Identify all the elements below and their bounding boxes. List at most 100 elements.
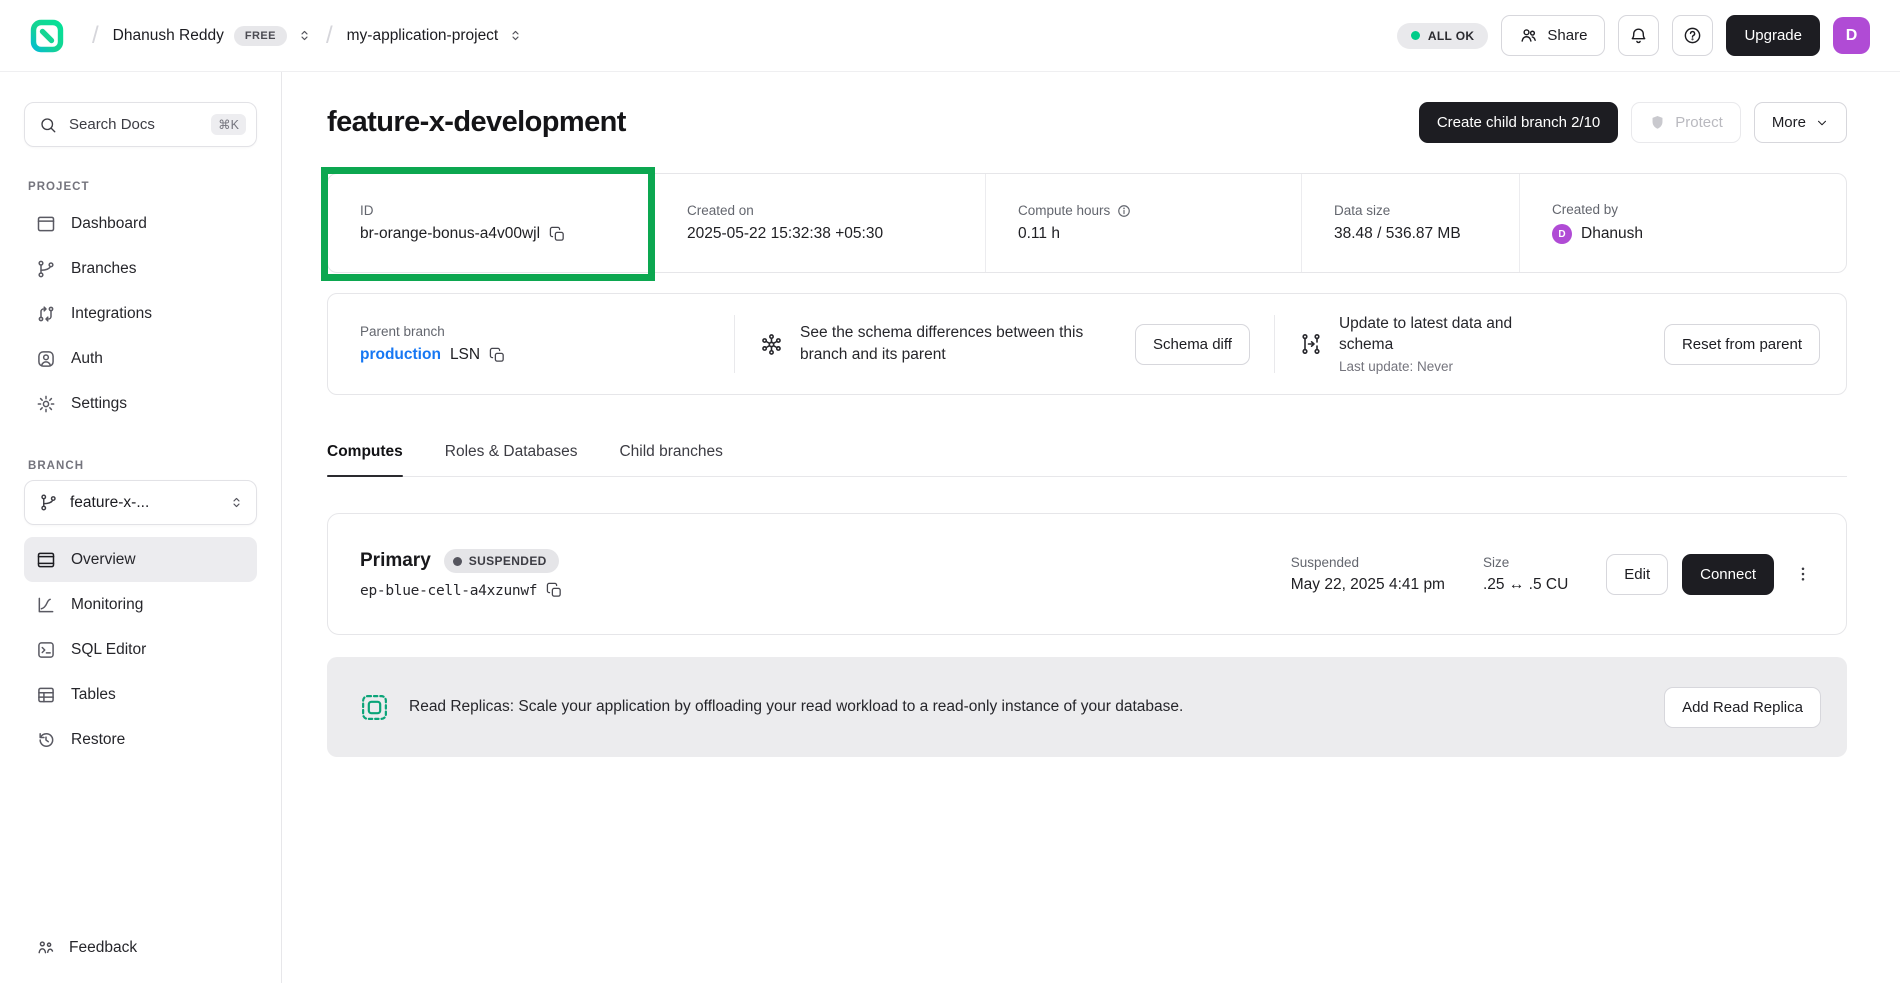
- id-label: ID: [360, 203, 654, 218]
- size-value: .25 ↔ .5 CU: [1483, 576, 1568, 594]
- chevron-updown-icon: [229, 495, 244, 510]
- auth-user-icon: [36, 349, 56, 369]
- kebab-menu-icon[interactable]: [1788, 554, 1818, 595]
- status-badge[interactable]: ALL OK: [1397, 23, 1489, 49]
- create-child-branch-label: Create child branch 2/10: [1437, 114, 1600, 131]
- copy-icon[interactable]: [549, 226, 566, 243]
- created-on-cell: Created on 2025-05-22 15:32:38 +05:30: [654, 174, 985, 272]
- compute-card: Primary SUSPENDED ep-blue-cell-a4xzunwf …: [327, 513, 1847, 635]
- chevron-updown-icon: [508, 28, 523, 43]
- sidebar-item-tables[interactable]: Tables: [24, 672, 257, 717]
- help-button[interactable]: [1672, 15, 1713, 56]
- branch-selector-value: feature-x-...: [70, 494, 217, 512]
- org-name: Dhanush Reddy: [113, 27, 224, 45]
- status-dot-icon: [1411, 31, 1420, 40]
- add-read-replica-button[interactable]: Add Read Replica: [1664, 687, 1821, 728]
- tab-computes[interactable]: Computes: [327, 443, 403, 476]
- sidebar-item-label: Settings: [71, 395, 127, 413]
- people-icon: [1519, 26, 1538, 45]
- sidebar-item-overview[interactable]: Overview: [24, 537, 257, 582]
- sidebar-item-integrations[interactable]: Integrations: [24, 291, 257, 336]
- protect-button[interactable]: Protect: [1631, 102, 1741, 143]
- status-label: ALL OK: [1428, 29, 1475, 43]
- created-by-label: Created by: [1552, 202, 1846, 217]
- edit-button[interactable]: Edit: [1606, 554, 1668, 595]
- divider: [1274, 315, 1275, 373]
- reset-from-parent-button[interactable]: Reset from parent: [1664, 324, 1820, 365]
- share-button[interactable]: Share: [1501, 15, 1605, 56]
- history-icon: [36, 730, 56, 750]
- sidebar-item-label: SQL Editor: [71, 641, 146, 659]
- chevron-updown-icon: [297, 28, 312, 43]
- user-avatar[interactable]: D: [1833, 17, 1870, 54]
- created-on-value: 2025-05-22 15:32:38 +05:30: [687, 225, 883, 243]
- parent-branch-link[interactable]: production: [360, 346, 441, 364]
- suspended-label: Suspended: [1291, 555, 1445, 570]
- search-shortcut: ⌘K: [211, 114, 246, 135]
- tab-child-branches[interactable]: Child branches: [619, 443, 722, 476]
- project-section-label: PROJECT: [28, 181, 257, 193]
- feedback-button[interactable]: Feedback: [36, 938, 137, 957]
- schema-diff-description: See the schema differences between this …: [800, 322, 1131, 365]
- sidebar: Search Docs ⌘K PROJECT Dashboard Branche…: [0, 72, 282, 983]
- branch-selector[interactable]: feature-x-...: [24, 480, 257, 525]
- sidebar-item-restore[interactable]: Restore: [24, 717, 257, 762]
- schema-icon: [759, 332, 784, 357]
- project-breadcrumb[interactable]: my-application-project: [347, 27, 524, 45]
- data-size-label: Data size: [1334, 203, 1519, 218]
- branch-section-label: BRANCH: [28, 460, 257, 472]
- avatar-initial: D: [1846, 27, 1858, 45]
- size-stat: Size .25 ↔ .5 CU: [1483, 555, 1568, 594]
- lsn-label: LSN: [450, 346, 480, 364]
- sidebar-item-label: Auth: [71, 350, 103, 368]
- reset-merge-icon: [1299, 332, 1323, 356]
- info-icon[interactable]: [1117, 204, 1131, 218]
- compute-name: Primary: [360, 550, 431, 572]
- sidebar-item-auth[interactable]: Auth: [24, 336, 257, 381]
- sidebar-item-monitoring[interactable]: Monitoring: [24, 582, 257, 627]
- creator-avatar: D: [1552, 224, 1572, 244]
- create-child-branch-button[interactable]: Create child branch 2/10: [1419, 102, 1618, 143]
- cpu-chip-icon: [359, 692, 390, 723]
- sidebar-item-sql-editor[interactable]: SQL Editor: [24, 627, 257, 672]
- notifications-button[interactable]: [1618, 15, 1659, 56]
- shield-icon: [1649, 114, 1666, 131]
- breadcrumb-separator: /: [326, 22, 333, 50]
- sidebar-item-settings[interactable]: Settings: [24, 381, 257, 426]
- endpoint-id: ep-blue-cell-a4xzunwf: [360, 583, 537, 599]
- search-docs-input[interactable]: Search Docs ⌘K: [24, 102, 257, 147]
- search-label: Search Docs: [69, 116, 199, 133]
- more-button[interactable]: More: [1754, 102, 1847, 143]
- search-icon: [39, 116, 57, 134]
- creator-avatar-initial: D: [1558, 229, 1565, 240]
- branch-tabs: Computes Roles & Databases Child branche…: [327, 443, 1847, 477]
- neon-logo-icon[interactable]: [30, 19, 64, 53]
- tab-roles-databases[interactable]: Roles & Databases: [445, 443, 578, 476]
- connect-button[interactable]: Connect: [1682, 554, 1774, 595]
- connect-label: Connect: [1700, 566, 1756, 583]
- copy-icon[interactable]: [489, 347, 506, 364]
- gear-icon: [36, 394, 56, 414]
- sidebar-item-label: Dashboard: [71, 215, 147, 233]
- read-replica-banner: Read Replicas: Scale your application by…: [327, 657, 1847, 757]
- project-name: my-application-project: [347, 27, 499, 45]
- parent-branch-label: Parent branch: [360, 324, 710, 339]
- plan-badge: FREE: [234, 26, 287, 46]
- upgrade-button[interactable]: Upgrade: [1726, 15, 1820, 56]
- sidebar-item-label: Branches: [71, 260, 136, 278]
- sidebar-item-label: Monitoring: [71, 596, 143, 614]
- schema-diff-button[interactable]: Schema diff: [1135, 324, 1250, 365]
- terminal-icon: [36, 640, 56, 660]
- sidebar-item-dashboard[interactable]: Dashboard: [24, 201, 257, 246]
- sidebar-item-branches[interactable]: Branches: [24, 246, 257, 291]
- main-content: feature-x-development Create child branc…: [282, 72, 1900, 983]
- copy-icon[interactable]: [546, 582, 563, 599]
- git-branch-icon: [39, 493, 58, 512]
- org-breadcrumb[interactable]: Dhanush Reddy FREE: [113, 26, 312, 46]
- sidebar-item-label: Restore: [71, 731, 125, 749]
- created-by-cell: Created by D Dhanush: [1519, 174, 1846, 272]
- upgrade-label: Upgrade: [1744, 27, 1802, 44]
- branch-id-value: br-orange-bonus-a4v00wjl: [360, 225, 540, 243]
- suspended-dot-icon: [453, 557, 462, 566]
- bell-icon: [1629, 26, 1648, 45]
